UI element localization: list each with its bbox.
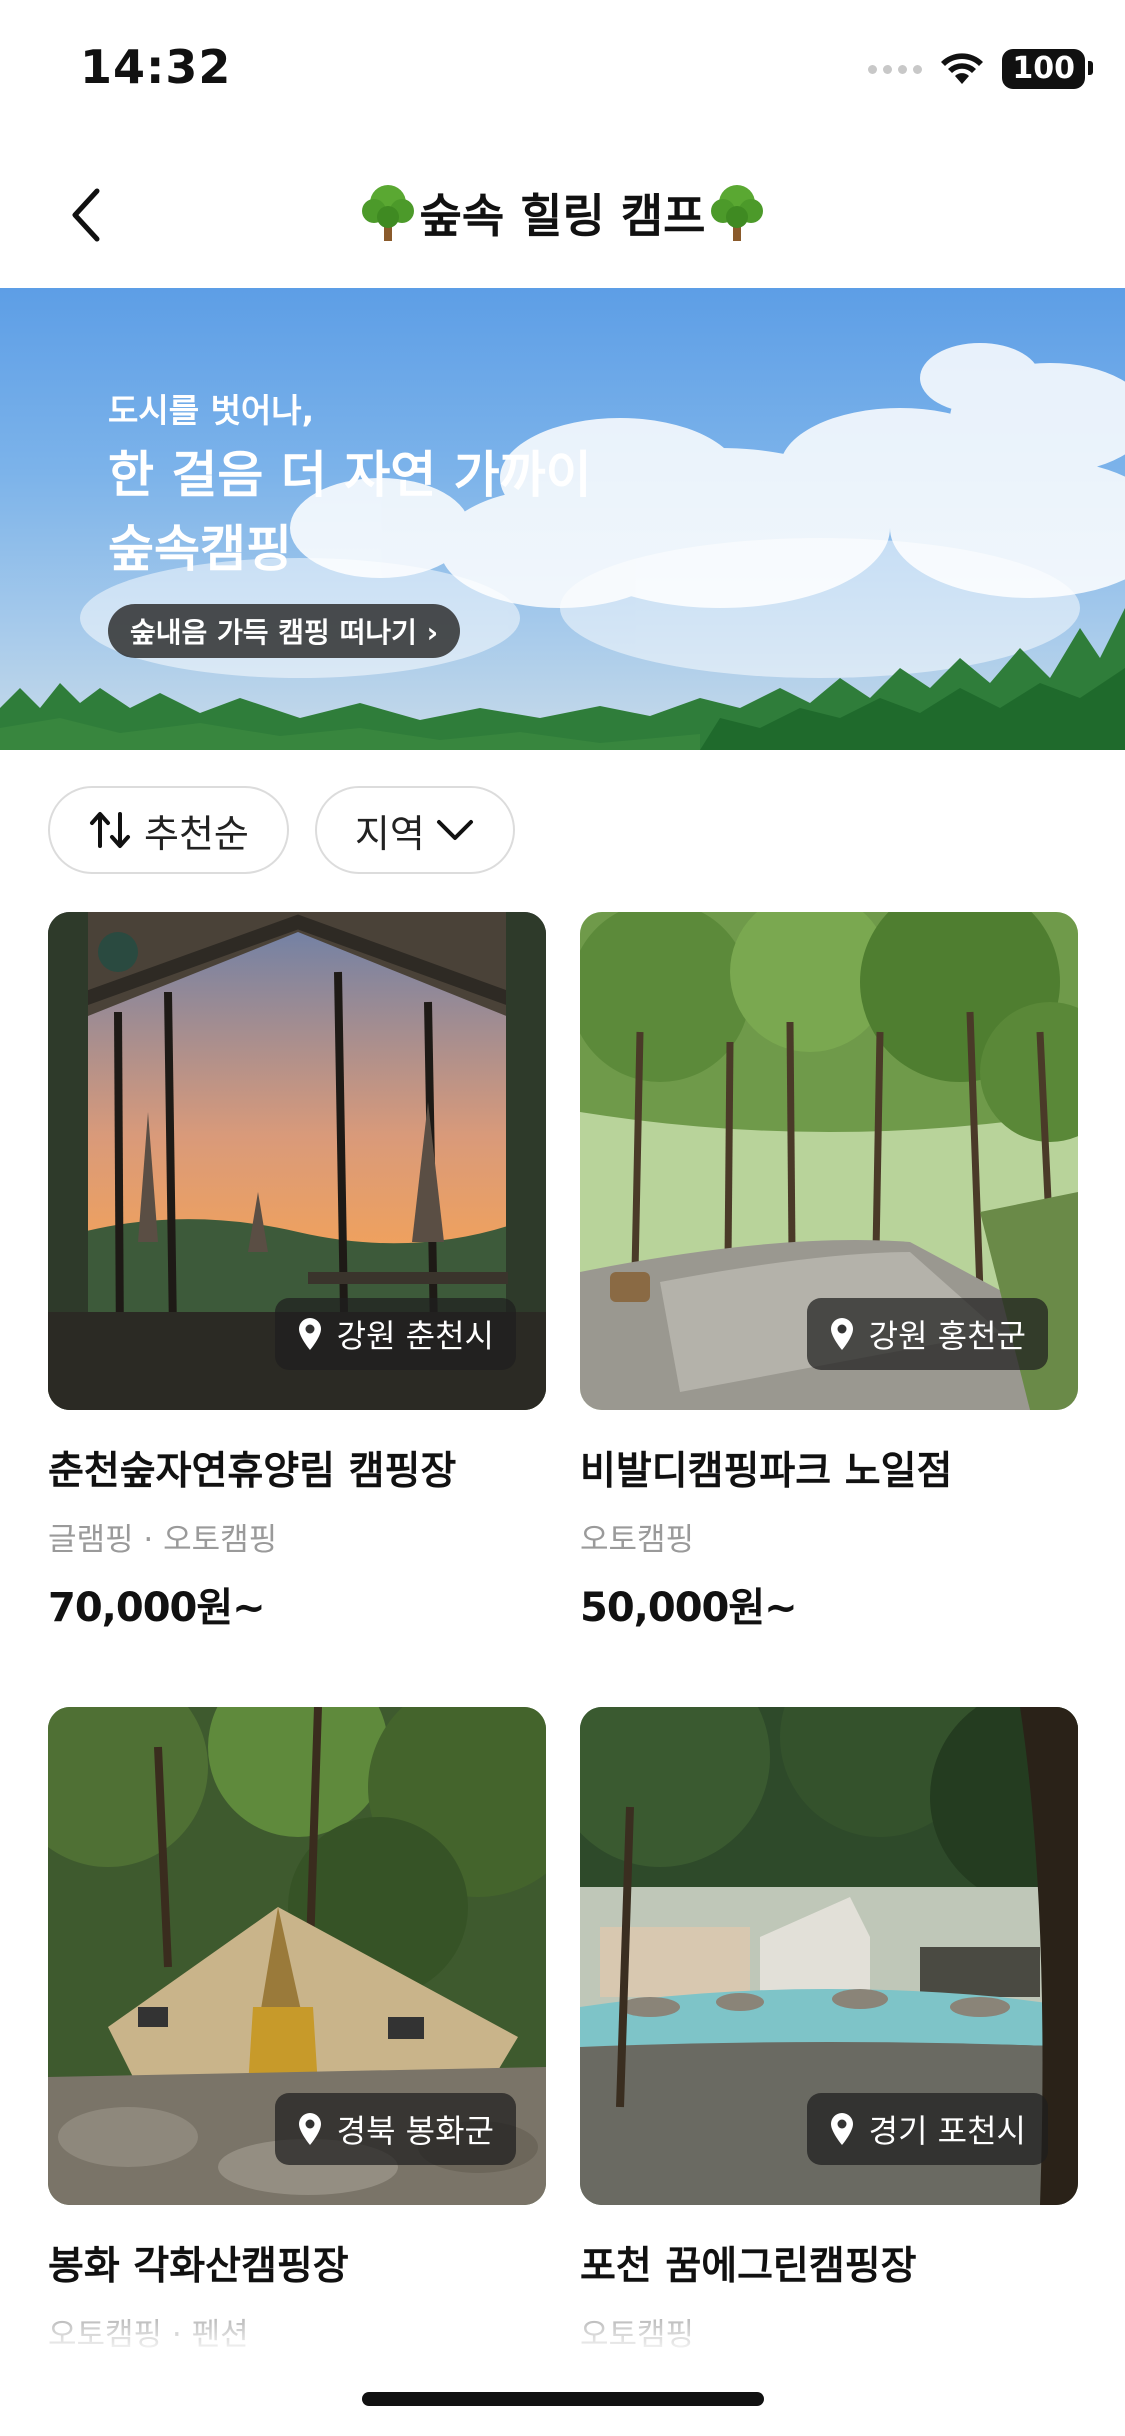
campsite-card[interactable]: 경북 봉화군 봉화 각화산캠핑장 오토캠핑 · 펜션 <box>48 1707 546 2354</box>
location-text: 경기 포천시 <box>868 2112 1026 2150</box>
wifi-icon <box>941 53 984 84</box>
location-badge: 강원 홍천군 <box>806 1298 1048 1370</box>
banner-title-line: 한 걸음 더 자연 가까이 <box>108 446 592 504</box>
location-pin-icon <box>298 1318 321 1350</box>
location-badge: 경기 포천시 <box>806 2093 1048 2165</box>
chevron-down-icon <box>436 820 473 840</box>
campsite-type: 오토캠핑 <box>580 1522 695 1558</box>
campsite-name: 포천 꿈에그린캠핑장 <box>580 2244 917 2289</box>
nav-bar: 숲속 힐링 캠프 <box>0 140 1125 290</box>
location-text: 강원 춘천시 <box>336 1317 494 1355</box>
location-badge: 강원 춘천시 <box>274 1298 516 1370</box>
status-bar: 14:32 100 <box>0 0 1125 140</box>
sort-icon <box>90 812 130 848</box>
status-time: 14:32 <box>80 40 232 94</box>
status-icons: 100 <box>868 44 1093 94</box>
campsite-photo: 강원 춘천시 <box>48 912 546 1410</box>
campsite-card[interactable]: 경기 포천시 포천 꿈에그린캠핑장 오토캠핑 <box>580 1707 1078 2354</box>
cellular-signal-icon <box>868 64 923 74</box>
region-filter-label: 지역 <box>354 811 425 856</box>
campsite-price: 50,000원~ <box>580 1585 798 1631</box>
campsite-photo: 경북 봉화군 <box>48 1707 546 2205</box>
campsite-price: 70,000원~ <box>48 1585 266 1631</box>
location-pin-icon <box>298 2113 321 2145</box>
campsite-type: 글램핑 · 오토캠핑 <box>48 1522 278 1558</box>
campsite-photo: 강원 홍천군 <box>580 912 1078 1410</box>
location-pin-icon <box>830 1318 853 1350</box>
location-text: 경북 봉화군 <box>336 2112 494 2150</box>
campsite-name: 비발디캠핑파크 노일점 <box>580 1449 953 1494</box>
sort-filter-label: 추천순 <box>144 811 249 856</box>
banner-title-line: 숲속캠핑 <box>108 520 292 578</box>
campsite-name: 춘천숲자연휴양림 캠핑장 <box>48 1449 457 1494</box>
page-title: 숲속 힐링 캠프 <box>0 180 1125 246</box>
filter-bar: 추천순 지역 <box>48 786 515 874</box>
location-pin-icon <box>830 2113 853 2145</box>
campsite-photo: 경기 포천시 <box>580 1707 1078 2205</box>
location-text: 강원 홍천군 <box>868 1317 1026 1355</box>
home-indicator <box>362 2392 764 2406</box>
promo-banner[interactable]: 도시를 벗어나, 한 걸음 더 자연 가까이 숲속캠핑 숲내음 가득 캠핑 떠나… <box>0 288 1125 750</box>
location-badge: 경북 봉화군 <box>274 2093 516 2165</box>
scroll-fade <box>0 2300 1125 2380</box>
campsite-name: 봉화 각화산캠핑장 <box>48 2244 349 2289</box>
campsite-card[interactable]: 강원 홍천군 비발디캠핑파크 노일점 오토캠핑 50,000원~ <box>580 912 1078 1633</box>
banner-title: 한 걸음 더 자연 가까이 숲속캠핑 <box>108 438 592 586</box>
region-filter-chip[interactable]: 지역 <box>314 786 515 874</box>
sort-filter-chip[interactable]: 추천순 <box>48 786 289 874</box>
tree-icon <box>361 185 414 241</box>
banner-subtitle: 도시를 벗어나, <box>108 391 315 430</box>
tree-icon <box>711 185 764 241</box>
campsite-card[interactable]: 강원 춘천시 춘천숲자연휴양림 캠핑장 글램핑 · 오토캠핑 70,000원~ <box>48 912 546 1633</box>
battery-icon: 100 <box>1002 49 1093 89</box>
banner-cta-button[interactable]: 숲내음 가득 캠핑 떠나기 › <box>108 604 461 658</box>
page-title-text: 숲속 힐링 캠프 <box>419 189 706 243</box>
